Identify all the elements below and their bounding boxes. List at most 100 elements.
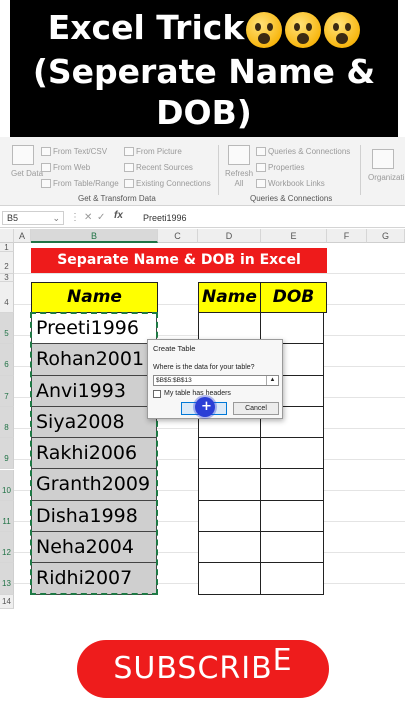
- create-table-dialog: Create Table Where is the data for your …: [147, 339, 283, 419]
- get-data-button[interactable]: Get Data: [11, 169, 43, 178]
- astonished-face-icon: [324, 11, 361, 48]
- column-header-b[interactable]: B: [31, 229, 158, 243]
- table-row: [198, 438, 324, 470]
- recent-sources-button[interactable]: Recent Sources: [136, 163, 193, 172]
- name-box[interactable]: B5 ⌄: [2, 211, 64, 225]
- row-header-3[interactable]: 3: [0, 274, 14, 282]
- column-header-e[interactable]: E: [261, 229, 327, 243]
- astonished-face-icon: [285, 11, 322, 48]
- empty-cell[interactable]: [198, 469, 261, 501]
- existing-connections-button[interactable]: Existing Connections: [136, 179, 211, 188]
- name-cell-b5[interactable]: Preeti1996: [31, 313, 157, 345]
- column-header-g[interactable]: G: [367, 229, 405, 243]
- group-label-queries: Queries & Connections: [250, 194, 333, 203]
- group-label-get-transform: Get & Transform Data: [78, 194, 156, 203]
- name-cell-b12[interactable]: Neha2004: [31, 532, 157, 564]
- column-header-c[interactable]: C: [158, 229, 198, 243]
- chevron-down-icon[interactable]: ⌄: [52, 212, 60, 224]
- row-header-7[interactable]: 7: [0, 375, 14, 407]
- cancel-button[interactable]: Cancel: [233, 402, 279, 415]
- refresh-icon[interactable]: [228, 145, 250, 165]
- empty-cell[interactable]: [261, 469, 324, 501]
- title-line-3: DOB): [156, 93, 252, 132]
- excel-ribbon-data-tab: Get Data From Text/CSV From Web From Tab…: [0, 137, 405, 206]
- from-table-range-button[interactable]: From Table/Range: [53, 179, 119, 188]
- row-header-6[interactable]: 6: [0, 344, 14, 376]
- row-header-9[interactable]: 9: [0, 438, 14, 470]
- row-header-10[interactable]: 10: [0, 469, 14, 501]
- empty-cell[interactable]: [261, 500, 324, 533]
- name-box-value: B5: [7, 213, 19, 223]
- queries-icon: [256, 147, 266, 156]
- table-range-value: $B$5:$B$13: [156, 377, 192, 384]
- queries-connections-button[interactable]: Queries & Connections: [268, 147, 350, 156]
- subscribe-label: SUBSCRIB: [113, 651, 273, 686]
- name-column-header-cell[interactable]: Name: [31, 282, 158, 313]
- from-picture-button[interactable]: From Picture: [136, 147, 182, 156]
- database-icon[interactable]: [12, 145, 34, 165]
- dob-column-header-cell[interactable]: DOB: [260, 282, 327, 313]
- refresh-all-button[interactable]: Refresh All: [225, 169, 253, 189]
- web-icon: [41, 163, 51, 172]
- d-column-header-cell[interactable]: Name: [198, 282, 261, 313]
- properties-button[interactable]: Properties: [268, 163, 304, 172]
- empty-cell[interactable]: [261, 438, 324, 470]
- column-header-d[interactable]: D: [198, 229, 261, 243]
- empty-cell[interactable]: [198, 563, 261, 595]
- dialog-title: Create Table: [153, 344, 196, 353]
- confirm-entry-icon[interactable]: ✓: [97, 211, 105, 225]
- row-header-8[interactable]: 8: [0, 406, 14, 439]
- name-cell-b10[interactable]: Granth2009: [31, 469, 157, 501]
- subscribe-label-last-letter: E: [272, 643, 293, 678]
- row-header-1[interactable]: 1: [0, 243, 14, 252]
- mouse-cursor-icon: [195, 397, 215, 417]
- from-web-button[interactable]: From Web: [53, 163, 90, 172]
- row-header-12[interactable]: 12: [0, 532, 14, 564]
- select-all-corner[interactable]: [0, 229, 14, 243]
- row-header-5[interactable]: 5: [0, 313, 14, 345]
- picture-icon: [124, 147, 134, 156]
- table-row: [198, 532, 324, 564]
- empty-cell[interactable]: [198, 500, 261, 533]
- row-header-13[interactable]: 13: [0, 563, 14, 595]
- video-title-banner: Excel Trick (Seperate Name & DOB): [10, 0, 398, 137]
- name-cell-b13[interactable]: Ridhi2007: [31, 563, 157, 595]
- text-file-icon: [41, 147, 51, 156]
- empty-cell[interactable]: [261, 532, 324, 564]
- sheet-banner-title[interactable]: Separate Name & DOB in Excel: [31, 248, 327, 273]
- formula-bar: B5 ⌄ ⋮ ✕ ✓ fx Preeti1996: [0, 208, 405, 228]
- name-cell-b7[interactable]: Anvi1993: [31, 375, 157, 407]
- workbook-links-button[interactable]: Workbook Links: [268, 179, 325, 188]
- name-cell-b8[interactable]: Siya2008: [31, 406, 157, 439]
- row-header-14[interactable]: 14: [0, 594, 14, 609]
- table-range-input[interactable]: $B$5:$B$13 ▲: [153, 375, 279, 386]
- row-header-2[interactable]: 2: [0, 252, 14, 274]
- headers-checkbox[interactable]: [153, 390, 161, 398]
- organization-icon[interactable]: [372, 149, 394, 169]
- workbook-links-icon: [256, 179, 266, 188]
- table-row: [198, 563, 324, 595]
- ribbon-divider: [218, 145, 219, 195]
- title-text-excel-trick: Excel Trick: [47, 8, 245, 47]
- names-column: Preeti1996 Rohan2001 Anvi1993 Siya2008 R…: [31, 313, 157, 595]
- table-row: [198, 469, 324, 501]
- headers-checkbox-label[interactable]: My table has headers: [164, 390, 231, 397]
- column-header-f[interactable]: F: [327, 229, 367, 243]
- organization-button[interactable]: Organizati: [368, 173, 404, 182]
- column-header-a[interactable]: A: [14, 229, 31, 243]
- row-header-11[interactable]: 11: [0, 500, 14, 533]
- insert-function-button[interactable]: fx: [114, 210, 123, 221]
- formula-input[interactable]: Preeti1996: [143, 211, 187, 225]
- subscribe-button[interactable]: SUBSCRIBE: [77, 640, 329, 698]
- from-text-csv-button[interactable]: From Text/CSV: [53, 147, 107, 156]
- empty-cell[interactable]: [198, 532, 261, 564]
- name-cell-b9[interactable]: Rakhi2006: [31, 438, 157, 470]
- empty-cell[interactable]: [261, 563, 324, 595]
- name-cell-b6[interactable]: Rohan2001: [31, 344, 157, 376]
- name-cell-b11[interactable]: Disha1998: [31, 500, 157, 533]
- cancel-entry-icon[interactable]: ✕: [84, 211, 92, 225]
- row-header-4[interactable]: 4: [0, 282, 14, 313]
- dialog-question: Where is the data for your table?: [153, 364, 255, 371]
- empty-cell[interactable]: [198, 438, 261, 470]
- collapse-dialog-icon[interactable]: ▲: [266, 376, 278, 385]
